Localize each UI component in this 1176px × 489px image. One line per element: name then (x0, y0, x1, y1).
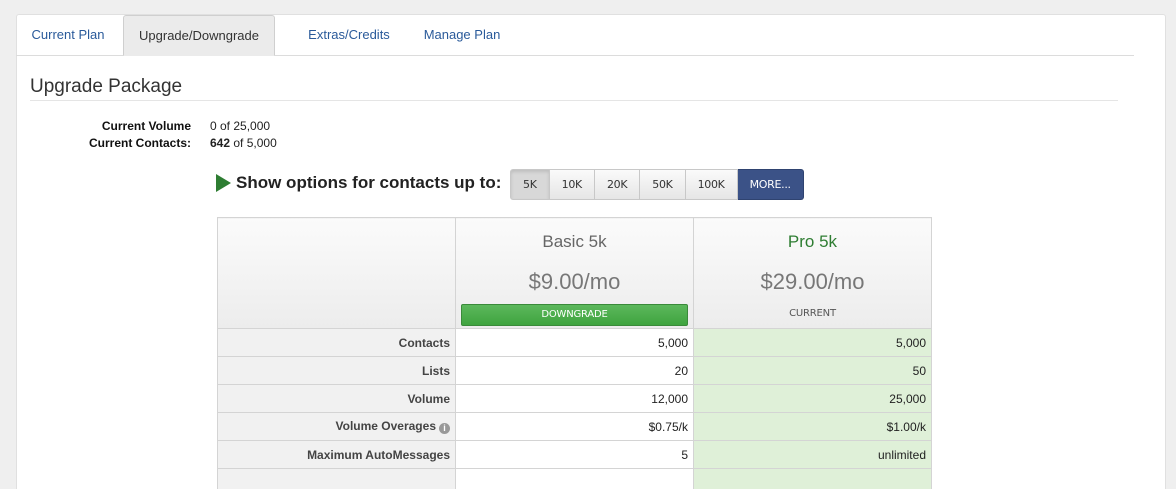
current-volume-value: 0 of 25,000 (210, 119, 271, 133)
pro-plan-header: Pro 5k $29.00/mo CURRENT (693, 217, 932, 329)
feature-label-partial (217, 468, 456, 489)
contacts-limit: of 5,000 (230, 136, 277, 150)
tab-upgrade-downgrade[interactable]: Upgrade/Downgrade (123, 15, 275, 56)
section-divider (30, 100, 1118, 101)
basic-plan-name: Basic 5k (542, 232, 607, 251)
table-row (217, 468, 932, 489)
table-row: Volume Overages i $0.75/k $1.00/k (217, 412, 932, 441)
pro-automessages-value: unlimited (693, 440, 932, 469)
plan-header-row: Basic 5k $9.00/mo DOWNGRADE Pro 5k $29.0… (217, 217, 932, 329)
basic-plan-price: $9.00/mo (528, 269, 621, 294)
pro-plan-name: Pro 5k (787, 232, 838, 251)
pro-plan-price: $29.00/mo (760, 269, 865, 294)
plan-comparison-table: Basic 5k $9.00/mo DOWNGRADE Pro 5k $29.0… (217, 217, 932, 489)
page-title: Upgrade Package (30, 76, 183, 97)
tab-manage-plan[interactable]: Manage Plan (412, 15, 512, 56)
feature-label-max-automessages: Maximum AutoMessages (217, 440, 456, 469)
contacts-used: 642 (210, 136, 231, 150)
feature-label-lists: Lists (217, 356, 456, 385)
basic-partial-value (455, 468, 694, 489)
basic-lists-value: 20 (455, 356, 694, 385)
feature-label-volume: Volume (217, 384, 456, 413)
table-row: Lists 20 50 (217, 356, 932, 385)
basic-volume-value: 12,000 (455, 384, 694, 413)
basic-automessages-value: 5 (455, 440, 694, 469)
downgrade-button[interactable]: DOWNGRADE (461, 304, 688, 326)
play-arrow-icon (216, 174, 231, 192)
current-volume-label: Current Volume (101, 119, 191, 133)
size-100k-button[interactable]: 100K (685, 169, 738, 200)
table-row: Maximum AutoMessages 5 unlimited (217, 440, 932, 469)
size-10k-button[interactable]: 10K (549, 169, 595, 200)
plan-tabs: Current Plan Upgrade/Downgrade Extras/Cr… (16, 15, 1134, 56)
table-row: Contacts 5,000 5,000 (217, 328, 932, 357)
pro-lists-value: 50 (693, 356, 932, 385)
size-20k-button[interactable]: 20K (594, 169, 641, 200)
pro-partial-value (693, 468, 932, 489)
basic-contacts-value: 5,000 (455, 328, 694, 357)
pro-volume-value: 25,000 (693, 384, 932, 413)
info-icon[interactable]: i (439, 423, 450, 434)
size-5k-button[interactable]: 5K (510, 169, 550, 200)
feature-label-volume-overages: Volume Overages (335, 419, 437, 433)
pro-overages-value: $1.00/k (693, 412, 932, 441)
current-plan-badge: CURRENT (789, 308, 836, 319)
pro-contacts-value: 5,000 (693, 328, 932, 357)
contacts-size-selector: 5K 10K 20K 50K 100K MORE... (510, 169, 804, 200)
header-blank-cell (217, 217, 456, 329)
current-contacts-value: 642 of 5,000 (210, 136, 277, 150)
basic-overages-value: $0.75/k (455, 412, 694, 441)
tab-extras-credits[interactable]: Extras/Credits (292, 15, 406, 56)
more-sizes-button[interactable]: MORE... (737, 169, 804, 200)
table-row: Volume 12,000 25,000 (217, 384, 932, 413)
basic-plan-header: Basic 5k $9.00/mo DOWNGRADE (455, 217, 694, 329)
current-contacts-label: Current Contacts: (88, 136, 191, 150)
size-50k-button[interactable]: 50K (640, 169, 686, 200)
tab-current-plan[interactable]: Current Plan (16, 15, 120, 56)
feature-label-contacts: Contacts (217, 328, 456, 357)
feature-cell-volume-overages: Volume Overages i (217, 412, 456, 441)
contacts-options-label: Show options for contacts up to: (236, 173, 502, 192)
